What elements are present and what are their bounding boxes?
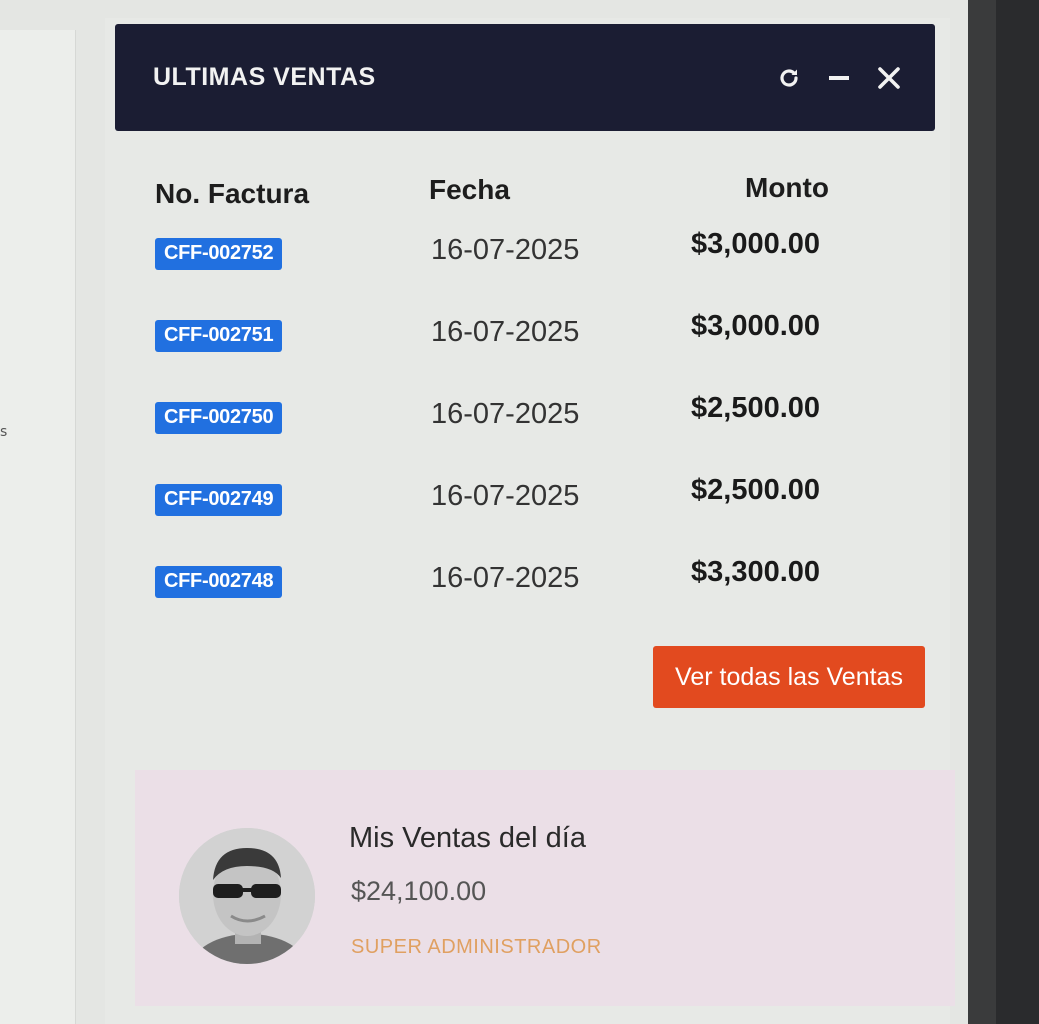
user-role: SUPER ADMINISTRADOR — [351, 936, 602, 958]
header-tools — [777, 66, 901, 90]
view-all-sales-button[interactable]: Ver todas las Ventas — [653, 646, 925, 708]
table-row: CFF-002752 16-07-2025 $3,000.00 — [155, 228, 855, 310]
close-icon[interactable] — [877, 66, 901, 90]
sale-date: 16-07-2025 — [431, 562, 580, 594]
monitor-bezel-inner — [968, 0, 996, 1024]
widget-title: ULTIMAS VENTAS — [153, 63, 376, 91]
sale-date: 16-07-2025 — [431, 234, 580, 266]
user-sales-amount: $24,100.00 — [351, 876, 487, 906]
refresh-icon[interactable] — [777, 66, 801, 90]
sales-table: No. Factura Fecha Monto CFF-002752 16-07… — [155, 172, 855, 638]
table-header: No. Factura Fecha Monto — [155, 172, 855, 228]
recent-sales-widget: ULTIMAS VENTAS No. Factura Fecha Monto C… — [105, 18, 955, 1024]
sale-amount: $3,000.00 — [691, 310, 821, 342]
widget-header: ULTIMAS VENTAS — [115, 24, 935, 131]
sale-amount: $3,000.00 — [691, 228, 821, 260]
invoice-badge[interactable]: CFF-002752 — [155, 238, 283, 270]
invoice-badge[interactable]: CFF-002749 — [155, 484, 283, 516]
background-panel — [0, 30, 76, 1024]
column-header-monto: Monto — [745, 172, 829, 203]
sale-date: 16-07-2025 — [431, 398, 580, 430]
table-row: CFF-002748 16-07-2025 $3,300.00 — [155, 556, 855, 638]
table-row: CFF-002749 16-07-2025 $2,500.00 — [155, 474, 855, 556]
sale-amount: $3,300.00 — [691, 556, 821, 588]
invoice-badge[interactable]: CFF-002750 — [155, 402, 283, 434]
invoice-badge[interactable]: CFF-002751 — [155, 320, 283, 352]
user-sales-title: Mis Ventas del día — [349, 822, 586, 854]
avatar — [179, 828, 315, 964]
column-header-factura: No. Factura — [155, 178, 310, 209]
column-header-fecha: Fecha — [429, 174, 510, 205]
minimize-icon[interactable] — [827, 66, 851, 90]
table-row: CFF-002750 16-07-2025 $2,500.00 — [155, 392, 855, 474]
sale-amount: $2,500.00 — [691, 474, 821, 506]
left-panel-text: s — [0, 424, 8, 440]
table-row: CFF-002751 16-07-2025 $3,000.00 — [155, 310, 855, 392]
sale-amount: $2,500.00 — [691, 392, 821, 424]
invoice-badge[interactable]: CFF-002748 — [155, 566, 283, 598]
sale-date: 16-07-2025 — [431, 480, 580, 512]
sale-date: 16-07-2025 — [431, 316, 580, 348]
user-sales-card: Mis Ventas del día $24,100.00 SUPER ADMI… — [135, 770, 955, 1006]
